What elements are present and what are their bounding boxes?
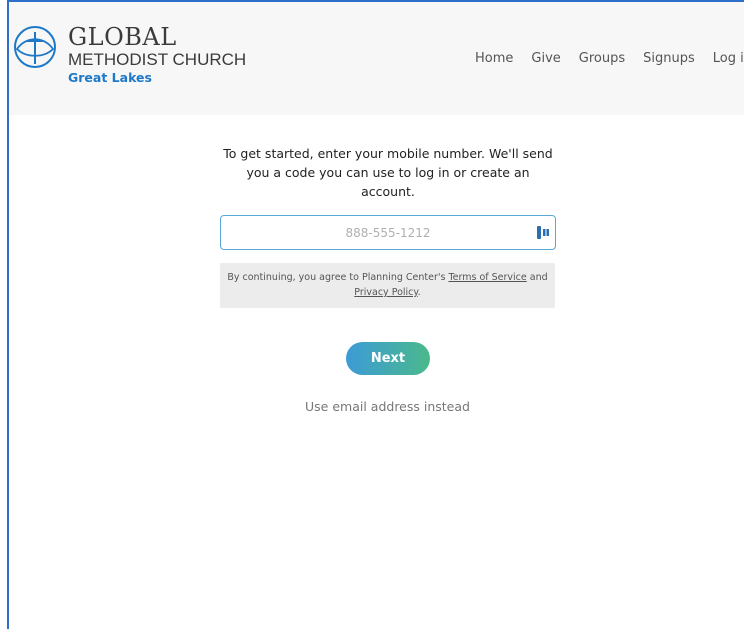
terms-suffix: . xyxy=(417,287,421,298)
nav-groups[interactable]: Groups xyxy=(579,50,625,68)
nav-log-in[interactable]: Log in xyxy=(713,50,744,68)
nav-give[interactable]: Give xyxy=(531,50,560,68)
password-manager-icon[interactable] xyxy=(537,226,549,239)
terms-of-service-link[interactable]: Terms of Service xyxy=(448,272,526,283)
terms-middle: and xyxy=(526,272,548,283)
cross-circle-logo-icon[interactable] xyxy=(12,24,58,70)
brand-subtitle[interactable]: METHODIST CHURCH xyxy=(68,50,246,70)
nav-home[interactable]: Home xyxy=(475,50,513,68)
main-nav: Home Give Groups Signups Log in xyxy=(475,50,744,68)
intro-text: To get started, enter your mobile number… xyxy=(223,146,553,199)
nav-signups[interactable]: Signups xyxy=(643,50,695,68)
use-email-link[interactable]: Use email address instead xyxy=(220,399,555,414)
site-header: GLOBAL METHODIST CHURCH Great Lakes Home… xyxy=(9,2,744,115)
terms-prefix: By continuing, you agree to Planning Cen… xyxy=(227,272,449,283)
terms-notice: By continuing, you agree to Planning Cen… xyxy=(220,263,555,308)
brand-title[interactable]: GLOBAL xyxy=(68,24,177,50)
next-button[interactable]: Next xyxy=(346,342,430,375)
privacy-policy-link[interactable]: Privacy Policy xyxy=(354,287,417,298)
phone-input[interactable] xyxy=(221,216,521,249)
phone-field[interactable] xyxy=(220,215,556,250)
brand-region[interactable]: Great Lakes xyxy=(68,70,152,86)
